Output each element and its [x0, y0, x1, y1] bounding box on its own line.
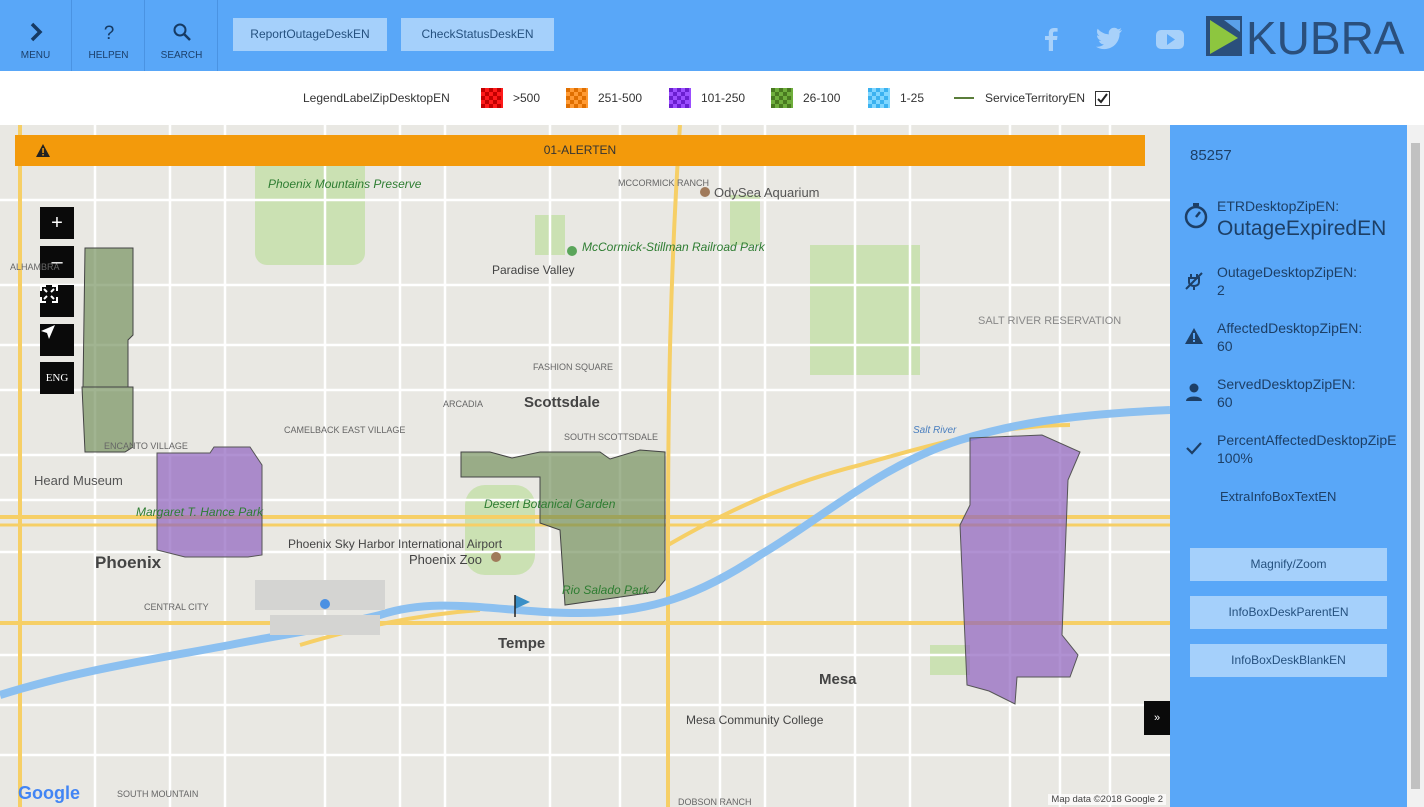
scrollbar-thumb[interactable] — [1411, 143, 1420, 789]
place-camelback: CAMELBACK EAST VILLAGE — [284, 425, 406, 435]
alert-banner[interactable]: 01-ALERTEN — [15, 135, 1145, 166]
extra-info-row: ExtraInfoBoxTextEN — [1220, 489, 1337, 504]
youtube-icon[interactable] — [1155, 24, 1185, 52]
info-parent-button[interactable]: InfoBoxDeskParentEN — [1190, 596, 1387, 629]
svg-text:?: ? — [103, 23, 114, 42]
place-paradise-valley: Paradise Valley — [492, 263, 575, 277]
outage-area-purple-1[interactable] — [156, 446, 263, 558]
place-zoo: Phoenix Zoo — [409, 552, 482, 567]
legend-item-101-250: 101-250 — [669, 88, 745, 108]
city-scottsdale: Scottsdale — [524, 394, 600, 411]
served-row: ServedDesktopZipEN: 60 — [1182, 375, 1407, 411]
person-icon — [1186, 383, 1202, 401]
legend-item-26-100: 26-100 — [771, 88, 840, 108]
legend-item-500: >500 — [481, 88, 540, 108]
place-odysea: OdySea Aquarium — [714, 185, 820, 200]
place-phoenix-mountains: Phoenix Mountains Preserve — [268, 177, 422, 191]
outage-row: OutageDesktopZipEN: 2 — [1182, 263, 1407, 299]
warning-icon — [36, 144, 50, 157]
affected-row: AffectedDesktopZipEN: 60 — [1182, 319, 1407, 355]
help-button[interactable]: ? HELPEN — [73, 0, 145, 71]
search-icon — [173, 23, 191, 41]
outage-area-green-1[interactable] — [82, 247, 134, 388]
city-phoenix: Phoenix — [95, 553, 162, 572]
swatch-orange — [566, 88, 588, 108]
place-fashion-square: FASHION SQUARE — [533, 362, 614, 372]
google-logo: Google — [18, 783, 80, 803]
swatch-purple — [669, 88, 691, 108]
help-label: HELPEN — [88, 50, 129, 61]
menu-button[interactable]: MENU — [0, 0, 72, 71]
place-south-mountain: SOUTH MOUNTAIN — [117, 789, 199, 799]
magnify-zoom-button[interactable]: Magnify/Zoom — [1190, 548, 1387, 581]
language-button[interactable]: ENG — [40, 362, 74, 394]
swatch-green — [771, 88, 793, 108]
legend-title: LegendLabelZipDesktopEN — [303, 91, 450, 105]
check-status-button[interactable]: CheckStatusDeskEN — [401, 18, 554, 51]
place-central-city: CENTRAL CITY — [144, 602, 209, 612]
zoom-in-button[interactable]: + — [40, 207, 74, 239]
warning-icon — [1185, 328, 1203, 344]
place-mesa-cc: Mesa Community College — [686, 713, 824, 727]
map-canvas — [0, 125, 1170, 807]
info-blank-button[interactable]: InfoBoxDeskBlankEN — [1190, 644, 1387, 677]
chevron-right-icon — [30, 22, 42, 42]
place-mccormick-stillman: McCormick-Stillman Railroad Park — [582, 240, 765, 254]
place-heard-museum: Heard Museum — [34, 473, 123, 488]
etr-row: ETRDesktopZipEN: OutageExpiredEN — [1182, 197, 1407, 241]
place-salt-river-res: SALT RIVER RESERVATION — [978, 315, 1122, 327]
timer-icon — [1184, 203, 1208, 229]
legend-bar: LegendLabelZipDesktopEN >500 251-500 101… — [0, 71, 1424, 125]
expand-panel-button[interactable]: » — [1144, 701, 1170, 735]
navigation-arrow-icon — [41, 325, 55, 339]
city-tempe: Tempe — [498, 635, 546, 652]
search-label: SEARCH — [160, 50, 203, 61]
place-arcadia: ARCADIA — [443, 399, 484, 409]
outage-area-purple-2[interactable] — [959, 434, 1081, 705]
swatch-red — [481, 88, 503, 108]
place-hance-park: Margaret T. Hance Park — [136, 505, 263, 519]
info-sidebar: 85257 ETRDesktopZipEN: OutageExpiredEN O… — [1170, 125, 1407, 807]
swatch-blue — [868, 88, 890, 108]
check-icon — [1186, 442, 1202, 455]
zip-code: 85257 — [1190, 147, 1232, 164]
territory-line-icon — [954, 97, 974, 99]
place-mccormick-ranch: MCCORMICK RANCH — [618, 178, 709, 188]
outage-map[interactable]: 01-ALERTEN + – ENG Phoenix Scottsdale Te… — [0, 125, 1170, 807]
place-botanical: Desert Botanical Garden — [484, 497, 616, 511]
place-airport: Phoenix Sky Harbor International Airport — [288, 537, 503, 551]
place-rio-salado: Rio Salado Park — [562, 583, 649, 597]
menu-label: MENU — [20, 50, 51, 61]
map-attribution[interactable]: Map data ©2018 Google 2 — [1048, 794, 1166, 805]
place-dobson-ranch: DOBSON RANCH — [678, 797, 752, 807]
territory-checkbox[interactable] — [1095, 90, 1111, 106]
twitter-icon[interactable] — [1094, 24, 1124, 52]
legend-item-1-25: 1-25 — [868, 88, 924, 108]
locate-button[interactable] — [40, 324, 74, 356]
fullscreen-icon — [40, 285, 58, 303]
search-button[interactable]: SEARCH — [146, 0, 218, 71]
question-icon: ? — [103, 23, 114, 42]
alert-text: 01-ALERTEN — [543, 143, 617, 157]
check-icon — [1097, 92, 1108, 104]
place-encanto: ENCANTO VILLAGE — [104, 441, 188, 451]
place-alhambra: ALHAMBRA — [10, 262, 60, 272]
place-south-scottsdale: SOUTH SCOTTSDALE — [564, 432, 659, 442]
top-header: MENU ? HELPEN SEARCH ReportOutageDeskEN … — [0, 0, 1424, 71]
kubra-logo: KUBRA — [1206, 12, 1405, 60]
report-outage-button[interactable]: ReportOutageDeskEN — [233, 18, 387, 51]
fullscreen-button[interactable] — [40, 285, 74, 317]
facebook-icon[interactable] — [1036, 24, 1066, 52]
legend-item-territory: ServiceTerritoryEN — [953, 88, 1111, 108]
plug-off-icon — [1185, 272, 1203, 290]
legend-item-251-500: 251-500 — [566, 88, 642, 108]
sidebar-scrollbar[interactable] — [1407, 125, 1424, 807]
logo-text: KUBRA — [1246, 12, 1405, 60]
city-mesa: Mesa — [819, 671, 857, 688]
place-salt-river: Salt River — [913, 425, 957, 436]
percent-row: PercentAffectedDesktopZipE 100% — [1182, 431, 1407, 467]
